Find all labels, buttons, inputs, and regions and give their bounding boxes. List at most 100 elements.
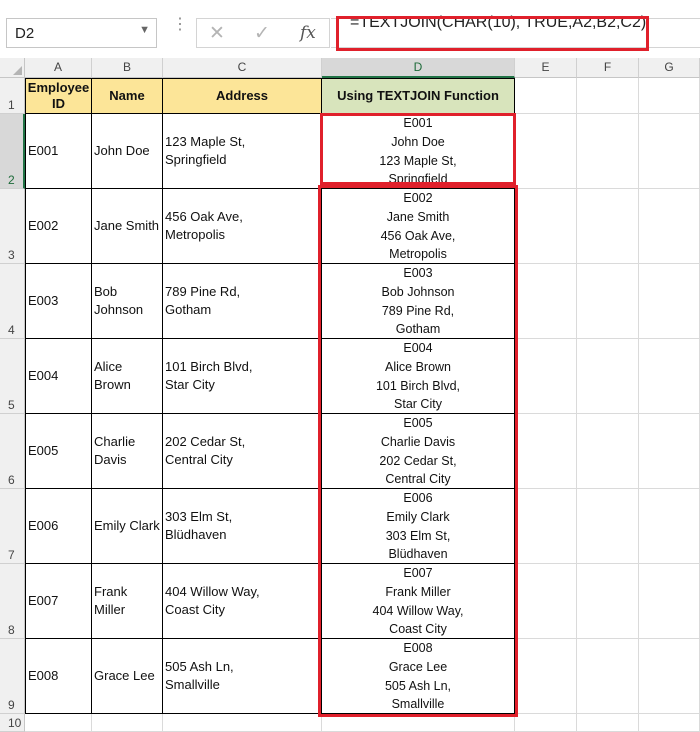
empty-cell[interactable]: [515, 264, 577, 339]
row-header-3[interactable]: 3: [0, 189, 25, 264]
empty-cell[interactable]: [639, 564, 700, 639]
cell-address[interactable]: 101 Birch Blvd, Star City: [163, 339, 322, 414]
column-header-e[interactable]: E: [515, 58, 577, 78]
empty-cell[interactable]: [639, 414, 700, 489]
check-icon[interactable]: ✓: [254, 22, 270, 45]
empty-cell[interactable]: [639, 339, 700, 414]
cell-textjoin-result[interactable]: E002 Jane Smith 456 Oak Ave, Metropolis: [322, 189, 515, 264]
select-all-corner[interactable]: [0, 58, 25, 78]
empty-cell[interactable]: [515, 189, 577, 264]
empty-cell[interactable]: [639, 114, 700, 189]
cell-name[interactable]: Frank Miller: [92, 564, 163, 639]
cell-employee-id[interactable]: E001: [25, 114, 92, 189]
column-header-a[interactable]: A: [25, 58, 92, 78]
empty-cell[interactable]: [577, 489, 639, 564]
empty-cell[interactable]: [639, 264, 700, 339]
empty-cell[interactable]: [577, 714, 639, 732]
row-header-4[interactable]: 4: [0, 264, 25, 339]
cell-employee-id[interactable]: E005: [25, 414, 92, 489]
cell-name[interactable]: Bob Johnson: [92, 264, 163, 339]
empty-cell[interactable]: [515, 114, 577, 189]
empty-cell[interactable]: [25, 714, 92, 732]
empty-cell[interactable]: [577, 78, 639, 114]
formula-text[interactable]: =TEXTJOIN(CHAR(10), TRUE,A2,B2,C2): [350, 14, 646, 32]
more-options-icon[interactable]: ⋮: [172, 17, 188, 33]
empty-cell[interactable]: [322, 714, 515, 732]
cell-employee-id[interactable]: E007: [25, 564, 92, 639]
cell-employee-id[interactable]: E008: [25, 639, 92, 714]
column-header-d[interactable]: D: [322, 58, 515, 78]
cell-textjoin-result[interactable]: E003 Bob Johnson 789 Pine Rd, Gotham: [322, 264, 515, 339]
cell-name[interactable]: Charlie Davis: [92, 414, 163, 489]
cell-textjoin-result[interactable]: E005 Charlie Davis 202 Cedar St, Central…: [322, 414, 515, 489]
cell-name[interactable]: Alice Brown: [92, 339, 163, 414]
cancel-icon[interactable]: ✕: [209, 22, 225, 45]
cell-address[interactable]: 505 Ash Ln, Smallville: [163, 639, 322, 714]
empty-cell[interactable]: [577, 264, 639, 339]
cell-employee-id-text: E006: [28, 518, 59, 533]
empty-cell[interactable]: [639, 489, 700, 564]
cell-name[interactable]: Jane Smith: [92, 189, 163, 264]
header-cell-textjoin[interactable]: Using TEXTJOIN Function: [322, 78, 515, 114]
column-header-b[interactable]: B: [92, 58, 163, 78]
row-header-8[interactable]: 8: [0, 564, 25, 639]
cell-textjoin-result[interactable]: E007 Frank Miller 404 Willow Way, Coast …: [322, 564, 515, 639]
empty-cell[interactable]: [577, 114, 639, 189]
cell-name-text: Grace Lee: [94, 668, 155, 683]
insert-function-icon[interactable]: fx: [300, 23, 316, 43]
empty-cell[interactable]: [639, 639, 700, 714]
empty-cell[interactable]: [515, 414, 577, 489]
row-header-2[interactable]: 2: [0, 114, 25, 189]
empty-cell[interactable]: [577, 414, 639, 489]
cell-address[interactable]: 404 Willow Way, Coast City: [163, 564, 322, 639]
empty-cell[interactable]: [515, 339, 577, 414]
empty-cell[interactable]: [639, 189, 700, 264]
cell-textjoin-result[interactable]: E004 Alice Brown 101 Birch Blvd, Star Ci…: [322, 339, 515, 414]
cell-name[interactable]: John Doe: [92, 114, 163, 189]
cell-employee-id[interactable]: E006: [25, 489, 92, 564]
empty-cell[interactable]: [639, 78, 700, 114]
empty-cell[interactable]: [515, 639, 577, 714]
column-header-g[interactable]: G: [639, 58, 700, 78]
empty-cell[interactable]: [577, 639, 639, 714]
empty-cell[interactable]: [163, 714, 322, 732]
empty-cell[interactable]: [577, 564, 639, 639]
header-cell-address[interactable]: Address: [163, 78, 322, 114]
header-cell-name[interactable]: Name: [92, 78, 163, 114]
cell-name[interactable]: Emily Clark: [92, 489, 163, 564]
cell-address[interactable]: 202 Cedar St, Central City: [163, 414, 322, 489]
empty-cell[interactable]: [92, 714, 163, 732]
header-cell-employee-id[interactable]: Employee ID: [25, 78, 92, 114]
cell-textjoin-result[interactable]: E001 John Doe 123 Maple St, Springfield: [322, 114, 515, 189]
cell-address[interactable]: 789 Pine Rd, Gotham: [163, 264, 322, 339]
empty-cell[interactable]: [515, 489, 577, 564]
row-header-5[interactable]: 5: [0, 339, 25, 414]
row-header-6[interactable]: 6: [0, 414, 25, 489]
empty-cell[interactable]: [515, 714, 577, 732]
cell-textjoin-result[interactable]: E006 Emily Clark 303 Elm St, Blüdhaven: [322, 489, 515, 564]
column-header-f[interactable]: F: [577, 58, 639, 78]
cell-employee-id[interactable]: E002: [25, 189, 92, 264]
cell-textjoin-result-text: E008 Grace Lee 505 Ash Ln, Smallville: [384, 641, 452, 712]
name-box[interactable]: D2 ▼: [6, 18, 157, 48]
row-header-10[interactable]: 10: [0, 714, 25, 732]
cell-employee-id[interactable]: E003: [25, 264, 92, 339]
empty-cell[interactable]: [515, 564, 577, 639]
cell-address[interactable]: 456 Oak Ave, Metropolis: [163, 189, 322, 264]
empty-cell[interactable]: [577, 189, 639, 264]
cell-name[interactable]: Grace Lee: [92, 639, 163, 714]
empty-cell[interactable]: [577, 339, 639, 414]
column-header-c[interactable]: C: [163, 58, 322, 78]
cell-address[interactable]: 303 Elm St, Blüdhaven: [163, 489, 322, 564]
row-header-1[interactable]: 1: [0, 78, 25, 114]
empty-cell[interactable]: [639, 714, 700, 732]
cell-name-text: John Doe: [94, 143, 150, 158]
row-header-7[interactable]: 7: [0, 489, 25, 564]
row-header-9[interactable]: 9: [0, 639, 25, 714]
cell-textjoin-result[interactable]: E008 Grace Lee 505 Ash Ln, Smallville: [322, 639, 515, 714]
empty-cell[interactable]: [515, 78, 577, 114]
chevron-down-icon[interactable]: ▼: [139, 24, 150, 36]
cell-address[interactable]: 123 Maple St, Springfield: [163, 114, 322, 189]
cell-name-text: Emily Clark: [94, 518, 160, 533]
cell-employee-id[interactable]: E004: [25, 339, 92, 414]
